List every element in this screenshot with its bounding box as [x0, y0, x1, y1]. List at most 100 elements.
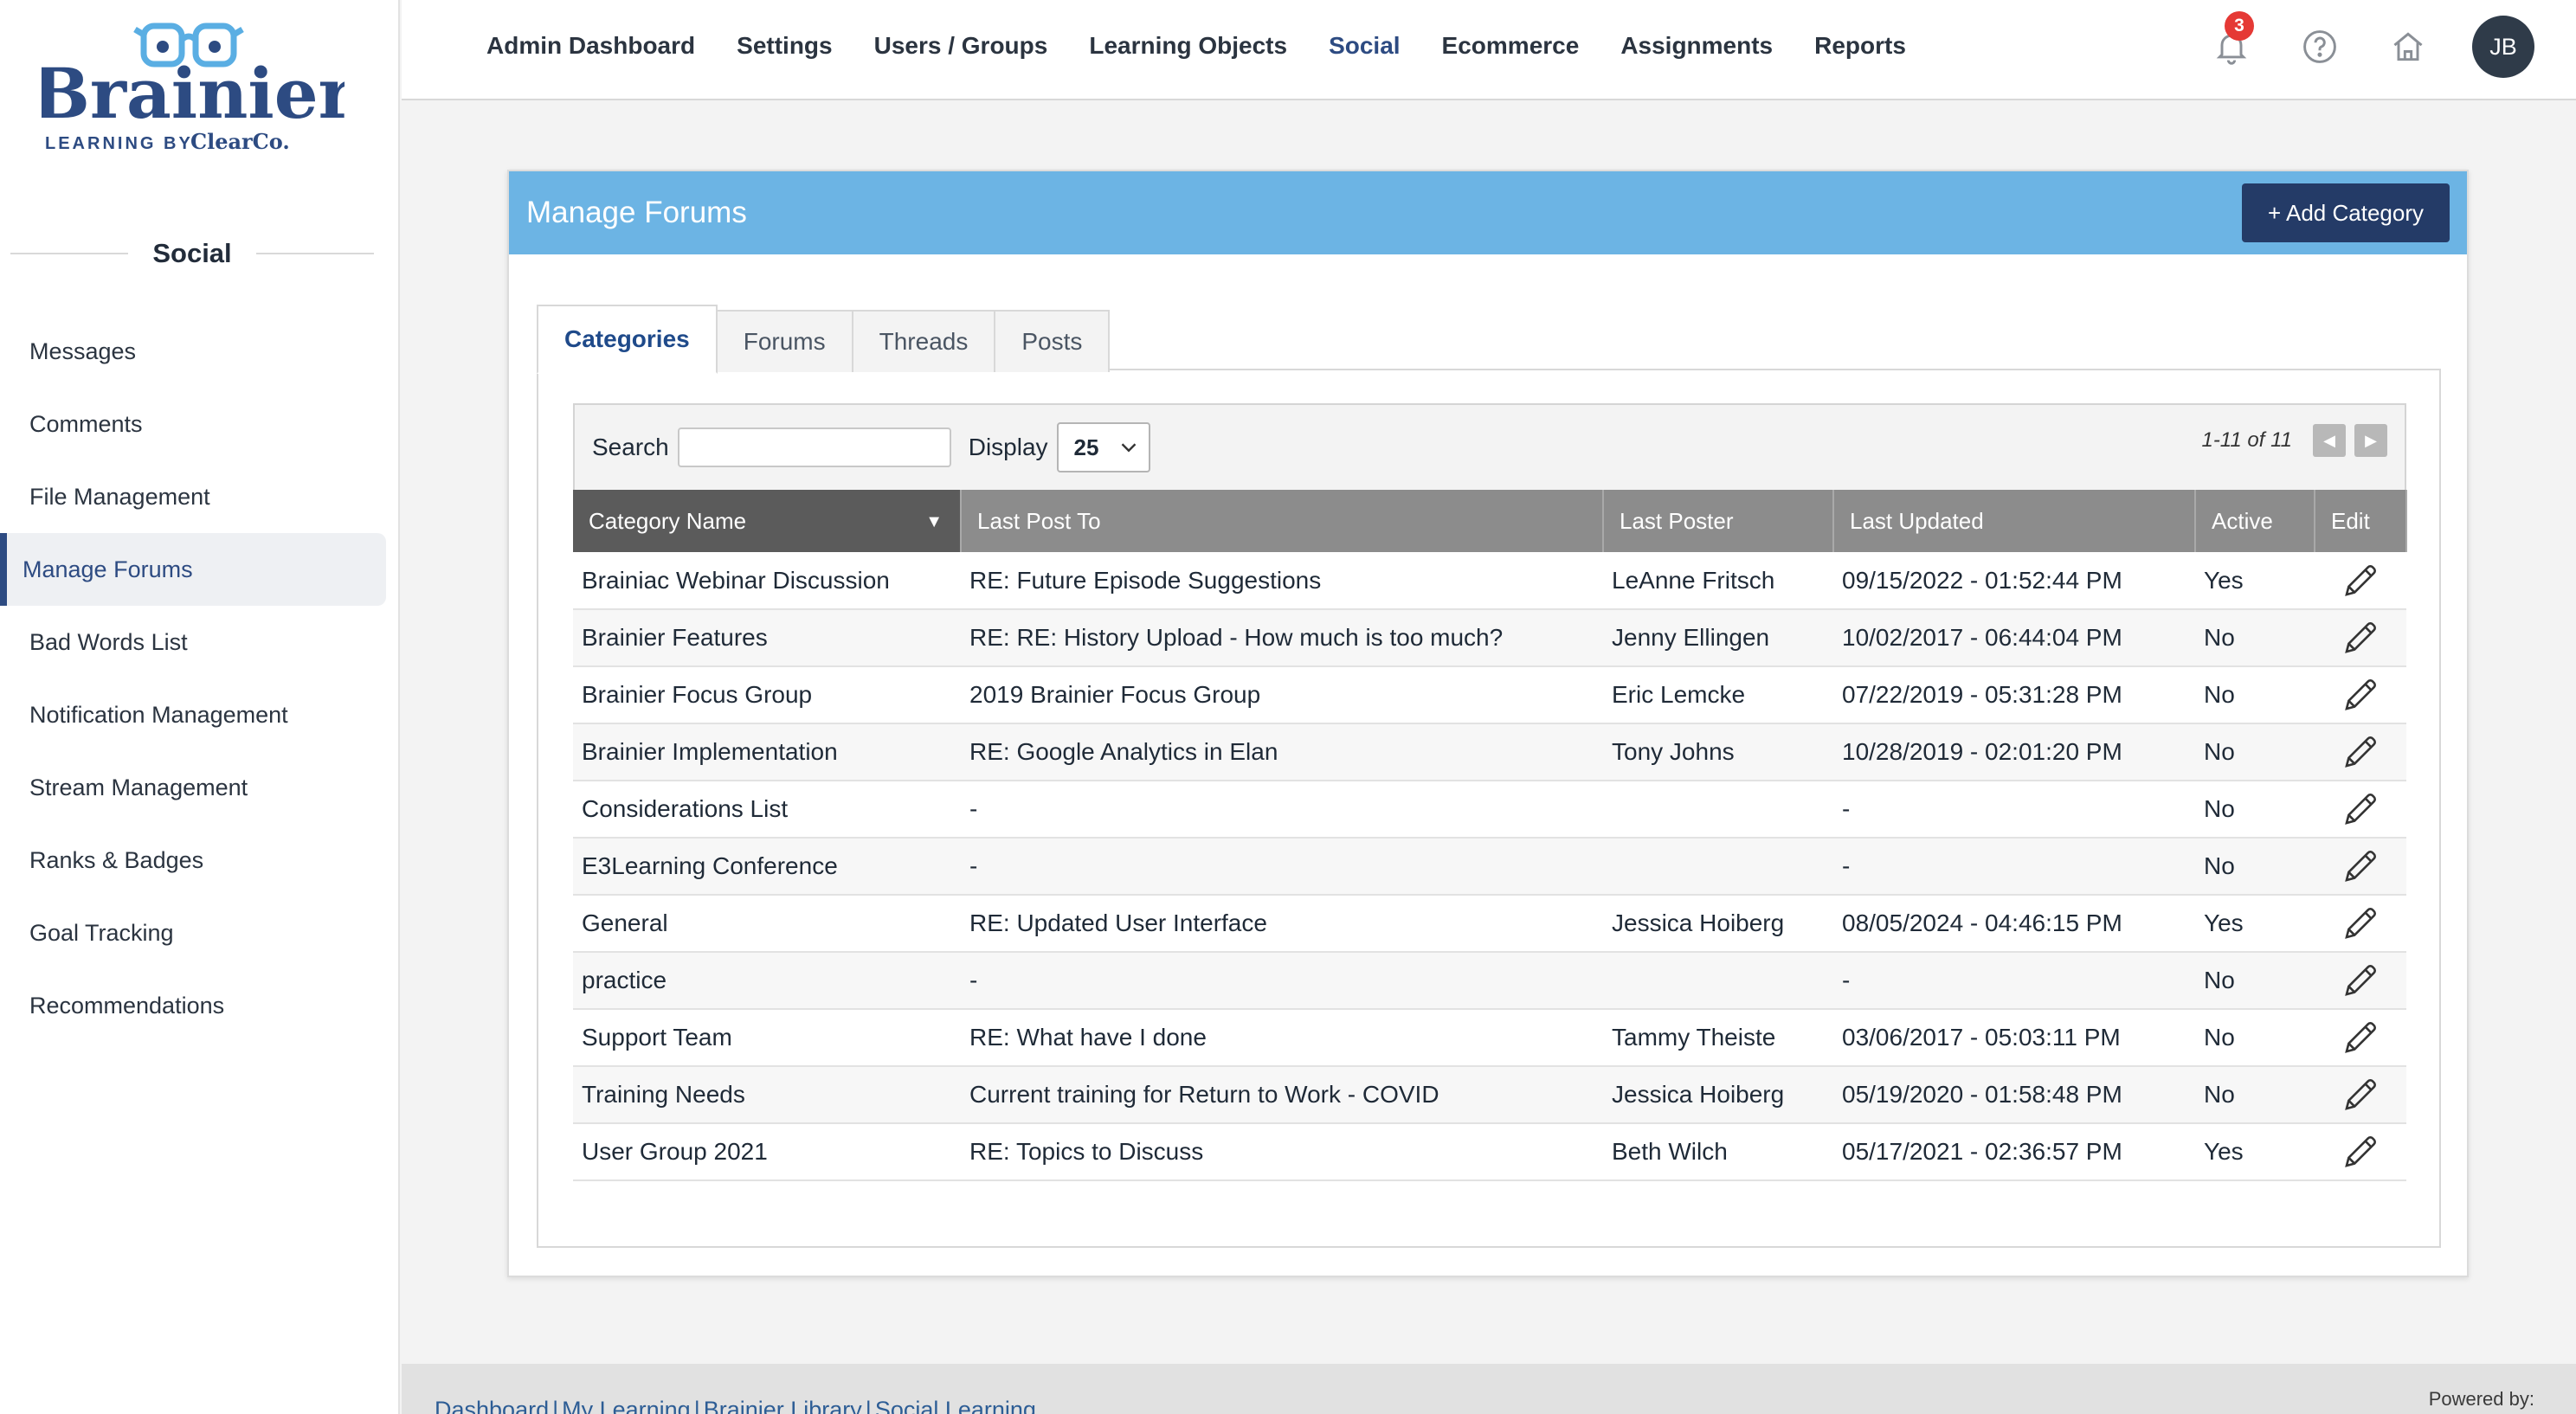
sidebar-section-heading: Social [10, 232, 375, 275]
search-label: Search [592, 434, 669, 460]
sidebar-item-comments[interactable]: Comments [0, 388, 386, 460]
next-page-button[interactable]: ▶ [2354, 424, 2387, 457]
pencil-icon[interactable] [2340, 903, 2381, 944]
footer-link-social-learning[interactable]: Social Learning [875, 1397, 1036, 1414]
footer-separator: | [865, 1397, 872, 1414]
edit-cell [2315, 723, 2406, 781]
table-row: practice - - No [573, 952, 2406, 1010]
nav-item-reports[interactable]: Reports [1814, 32, 1906, 60]
add-category-button[interactable]: + Add Category [2242, 183, 2450, 242]
powered-by-label: Powered by: [2428, 1388, 2534, 1410]
sidebar-item-bad-words-list[interactable]: Bad Words List [0, 606, 386, 678]
tab-posts[interactable]: Posts [995, 310, 1111, 372]
panel-header: Manage Forums + Add Category [509, 171, 2467, 254]
last-post-cell: RE: Future Episode Suggestions [961, 552, 1603, 610]
help-icon [2303, 30, 2336, 63]
pencil-icon[interactable] [2340, 674, 2381, 716]
last-post-cell: RE: Google Analytics in Elan [961, 723, 1603, 781]
last-post-cell: RE: What have I done [961, 1009, 1603, 1067]
arrow-right-icon: ▶ [2365, 431, 2377, 449]
tab-threads[interactable]: Threads [853, 310, 996, 372]
nav-item-ecommerce[interactable]: Ecommerce [1442, 32, 1580, 60]
logo-company: ClearCo. [190, 129, 290, 154]
nav-item-learning-objects[interactable]: Learning Objects [1089, 32, 1287, 60]
category-name-cell: Brainier Focus Group [573, 666, 961, 724]
table-row: Brainier Focus Group 2019 Brainier Focus … [573, 666, 2406, 724]
tab-categories[interactable]: Categories [537, 305, 718, 374]
pencil-icon[interactable] [2340, 788, 2381, 830]
edit-cell [2315, 1066, 2406, 1124]
table-row: User Group 2021 RE: Topics to Discuss Beth… [573, 1123, 2406, 1181]
pencil-icon[interactable] [2340, 1074, 2381, 1115]
last-updated-cell: 05/19/2020 - 01:58:48 PM [1833, 1066, 2195, 1124]
category-name-cell: User Group 2021 [573, 1123, 961, 1181]
nav-item-users-groups[interactable]: Users / Groups [874, 32, 1048, 60]
nav-item-social[interactable]: Social [1329, 32, 1400, 60]
tab-strip: Categories Forums Threads Posts [537, 305, 1111, 374]
home-button[interactable] [2384, 16, 2432, 77]
sidebar-nav: Messages Comments File Management Manage Fo… [0, 315, 400, 1042]
pencil-icon[interactable] [2340, 845, 2381, 887]
notifications-button[interactable]: 3 [2207, 11, 2256, 77]
column-header-last-updated[interactable]: Last Updated [1833, 490, 2196, 552]
display-count-select[interactable]: 25 [1056, 422, 1150, 472]
sidebar-item-manage-forums[interactable]: Manage Forums [0, 533, 386, 606]
search-input[interactable] [677, 427, 951, 467]
nav-item-assignments[interactable]: Assignments [1620, 32, 1773, 60]
chevron-down-icon [1121, 443, 1136, 453]
edit-cell [2315, 552, 2406, 610]
last-updated-cell: - [1833, 781, 2195, 839]
pencil-icon[interactable] [2340, 1131, 2381, 1173]
column-header-last-post-to[interactable]: Last Post To [961, 490, 1604, 552]
pencil-icon[interactable] [2340, 1017, 2381, 1058]
table-row: E3Learning Conference - - No [573, 838, 2406, 896]
categories-table: Category Name ▼ Last Post To Last Poster… [573, 490, 2407, 1181]
footer-link-dashboard[interactable]: Dashboard [435, 1397, 549, 1414]
notification-badge: 3 [2225, 11, 2254, 41]
column-header-active[interactable]: Active [2195, 490, 2315, 552]
sidebar-item-stream-management[interactable]: Stream Management [0, 751, 386, 824]
nav-item-admin-dashboard[interactable]: Admin Dashboard [486, 32, 695, 60]
category-name-cell: General [573, 895, 961, 953]
pencil-icon[interactable] [2340, 617, 2381, 659]
sidebar-item-ranks-and-badges[interactable]: Ranks & Badges [0, 824, 386, 897]
brainier-logo[interactable]: Brainier LEARNING BY ClearCo. [42, 21, 345, 159]
active-cell: No [2195, 666, 2315, 724]
active-cell: Yes [2195, 1123, 2315, 1181]
sidebar-item-goal-tracking[interactable]: Goal Tracking [0, 897, 386, 969]
column-header-last-poster[interactable]: Last Poster [1603, 490, 1834, 552]
edit-cell [2315, 1123, 2406, 1181]
last-post-cell: - [961, 838, 1603, 896]
heading-rule-right [255, 253, 375, 254]
category-name-cell: Brainier Implementation [573, 723, 961, 781]
last-poster-cell [1603, 952, 1833, 1010]
sidebar: Brainier LEARNING BY ClearCo. Social Mes… [0, 0, 400, 1414]
nav-item-settings[interactable]: Settings [737, 32, 832, 60]
footer-link-my-learning[interactable]: My Learning [562, 1397, 691, 1414]
sidebar-item-file-management[interactable]: File Management [0, 460, 386, 533]
sidebar-item-notification-management[interactable]: Notification Management [0, 678, 386, 751]
sidebar-item-recommendations[interactable]: Recommendations [0, 969, 386, 1042]
user-avatar[interactable]: JB [2472, 16, 2534, 78]
pencil-icon[interactable] [2340, 731, 2381, 773]
last-updated-cell: 03/06/2017 - 05:03:11 PM [1833, 1009, 2195, 1067]
category-name-cell: practice [573, 952, 961, 1010]
last-post-cell: 2019 Brainier Focus Group [961, 666, 1603, 724]
table-row: Considerations List - - No [573, 781, 2406, 839]
arrow-left-icon: ◀ [2323, 431, 2335, 449]
active-cell: No [2195, 781, 2315, 839]
tab-forums[interactable]: Forums [717, 310, 853, 372]
pencil-icon[interactable] [2340, 960, 2381, 1001]
footer: Dashboard | My Learning | Brainier Library | S… [402, 1364, 2576, 1414]
category-name-cell: Considerations List [573, 781, 961, 839]
sidebar-section-title: Social [152, 238, 232, 268]
footer-separator: | [693, 1397, 700, 1414]
sidebar-item-messages[interactable]: Messages [0, 315, 386, 388]
footer-link-brainier-library[interactable]: Brainier Library [704, 1397, 862, 1414]
pencil-icon[interactable] [2340, 560, 2381, 601]
logo-wordmark: Brainier [42, 53, 345, 134]
previous-page-button[interactable]: ◀ [2313, 424, 2346, 457]
column-header-category-name[interactable]: Category Name ▼ [573, 490, 962, 552]
table-row: Brainier Implementation RE: Google Analyt… [573, 723, 2406, 781]
help-button[interactable] [2296, 16, 2344, 77]
